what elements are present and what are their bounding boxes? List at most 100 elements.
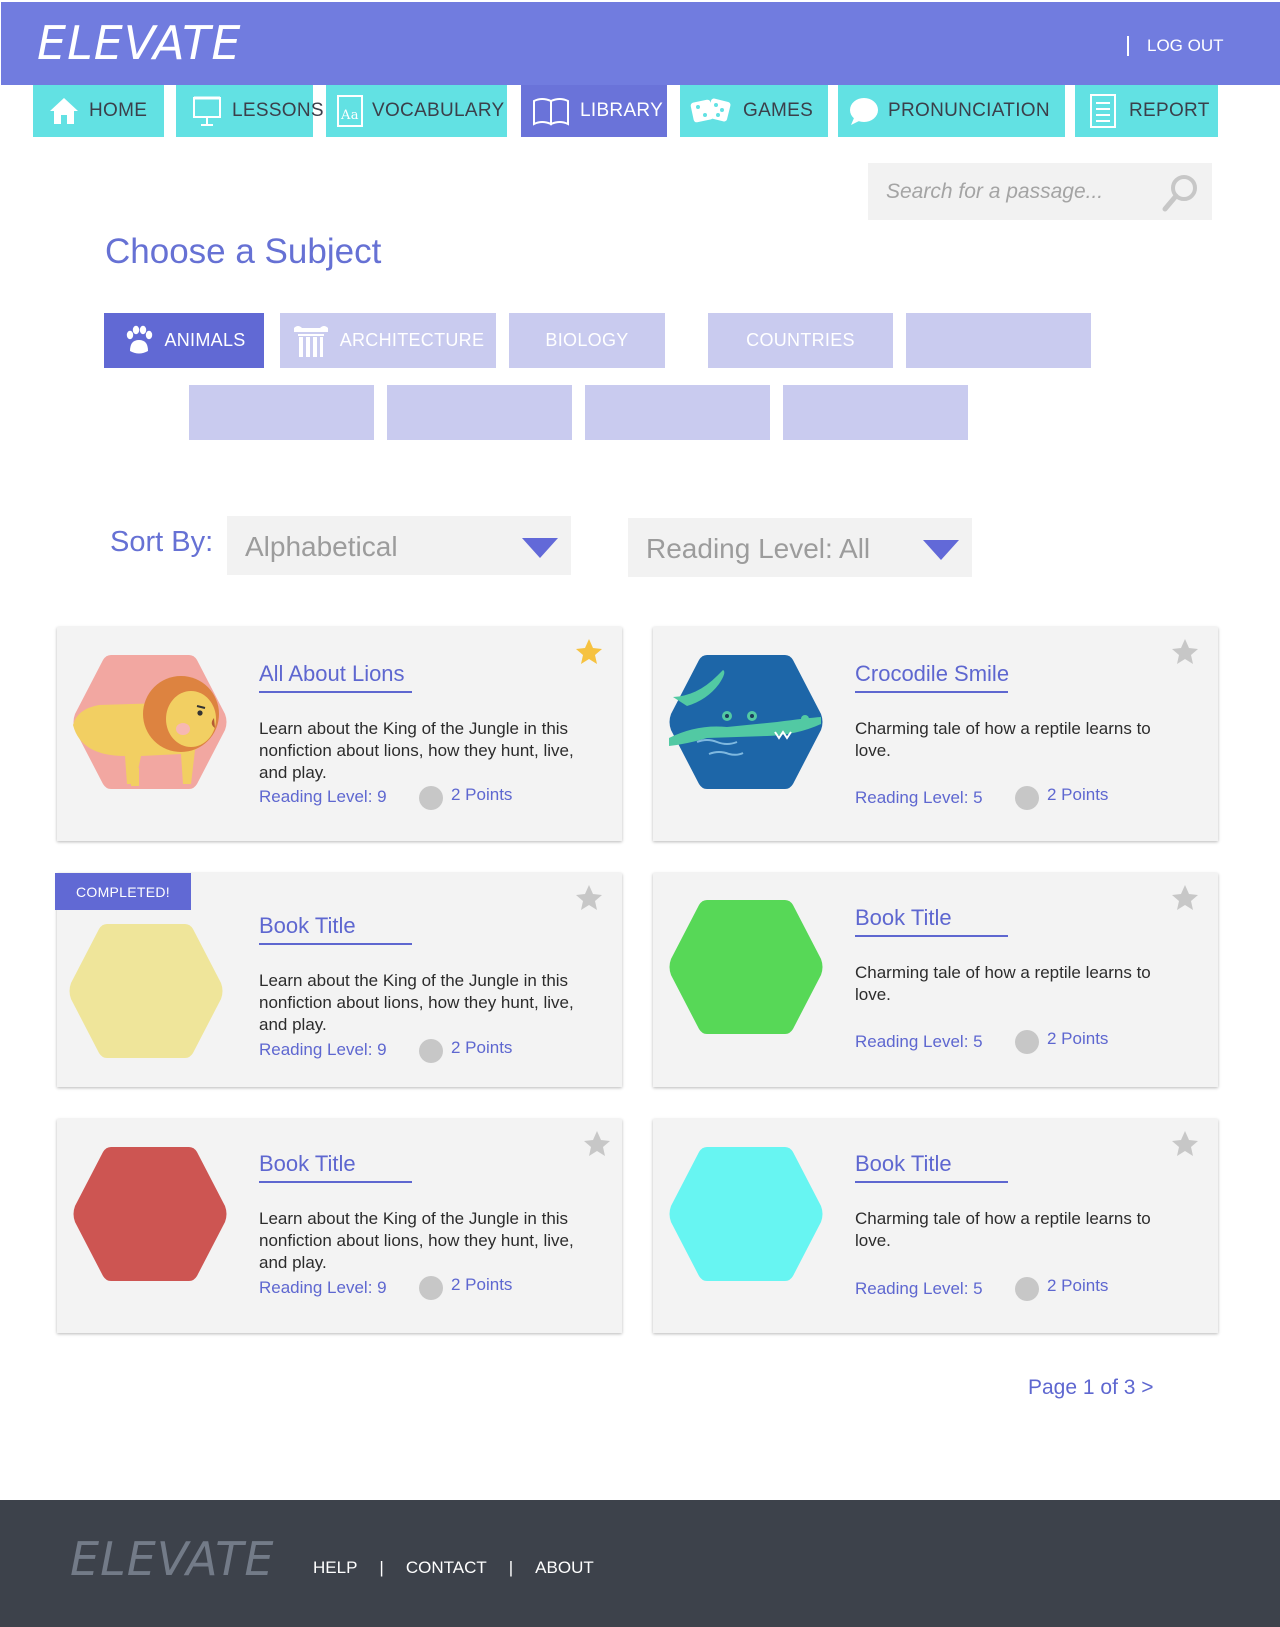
points-coin-icon <box>1015 786 1039 810</box>
subject-placeholder[interactable] <box>387 385 572 440</box>
title-underline <box>259 943 412 945</box>
reading-level: Reading Level: 9 <box>259 787 387 806</box>
subject-placeholder[interactable] <box>585 385 770 440</box>
book-title[interactable]: Book Title <box>855 1151 952 1177</box>
favorite-star-icon[interactable] <box>574 637 604 667</box>
nav-library-label: LIBRARY <box>580 100 664 121</box>
favorite-star-icon[interactable] <box>574 883 604 913</box>
dictionary-icon: Aa <box>336 94 364 128</box>
column-icon <box>292 322 330 360</box>
book-card[interactable]: Book Title Learn about the King of the J… <box>57 1119 622 1333</box>
title-underline <box>855 935 1008 937</box>
book-description: Charming tale of how a reptile learns to… <box>855 1209 1151 1250</box>
app-header: ELEVATE LOG OUT <box>1 2 1280 85</box>
book-points: 2 Points <box>451 785 513 804</box>
dice-icon <box>689 95 733 127</box>
book-points: 2 Points <box>1047 785 1109 804</box>
favorite-star-icon[interactable] <box>1170 1129 1200 1159</box>
book-description: Learn about the King of the Jungle in th… <box>259 971 574 1034</box>
title-underline <box>259 691 412 693</box>
search-box <box>868 163 1212 220</box>
chevron-down-icon <box>522 538 558 558</box>
footer-link-help[interactable]: HELP <box>313 1558 357 1578</box>
book-title[interactable]: All About Lions <box>259 661 405 687</box>
reading-level: Reading Level: 9 <box>259 1278 387 1297</box>
search-icon[interactable] <box>1160 173 1200 218</box>
points-coin-icon <box>419 786 443 810</box>
nav-report[interactable]: REPORT <box>1075 85 1218 137</box>
book-card[interactable]: Book Title Charming tale of how a reptil… <box>653 873 1218 1087</box>
book-description: Charming tale of how a reptile learns to… <box>855 719 1151 760</box>
search-input[interactable] <box>886 177 1156 207</box>
book-points: 2 Points <box>451 1038 513 1057</box>
nav-lessons[interactable]: LESSONS <box>176 85 324 137</box>
nav-games[interactable]: GAMES <box>680 85 828 137</box>
subject-architecture[interactable]: ARCHITECTURE <box>280 313 496 368</box>
reading-level-dropdown[interactable]: Reading Level: All <box>628 518 972 577</box>
subject-placeholder[interactable] <box>783 385 968 440</box>
nav-home[interactable]: HOME <box>33 85 164 137</box>
title-underline <box>259 1181 412 1183</box>
nav-games-label: GAMES <box>743 100 814 121</box>
reading-level: Reading Level: 5 <box>855 1032 983 1051</box>
book-card[interactable]: Crocodile Smile Charming tale of how a r… <box>653 627 1218 841</box>
book-title[interactable]: Book Title <box>855 905 952 931</box>
nav-vocabulary[interactable]: Aa VOCABULARY <box>326 85 507 137</box>
footer-links: HELP | CONTACT | ABOUT <box>313 1558 594 1578</box>
book-title[interactable]: Crocodile Smile <box>855 661 1009 687</box>
subject-architecture-label: ARCHITECTURE <box>339 330 485 350</box>
app-logo[interactable]: ELEVATE <box>37 16 241 70</box>
book-cover-lion <box>73 655 227 789</box>
subject-biology[interactable]: BIOLOGY <box>509 313 665 368</box>
favorite-star-icon[interactable] <box>1170 883 1200 913</box>
book-description: Learn about the King of the Jungle in th… <box>259 1209 574 1272</box>
book-title[interactable]: Book Title <box>259 913 356 939</box>
subject-animals[interactable]: ANIMALS <box>104 313 264 368</box>
footer-logo[interactable]: ELEVATE <box>70 1532 274 1586</box>
sort-dropdown[interactable]: Alphabetical <box>227 516 571 575</box>
favorite-star-icon[interactable] <box>1170 637 1200 667</box>
home-icon <box>49 96 79 126</box>
points-coin-icon <box>419 1276 443 1300</box>
book-cover <box>669 1147 823 1281</box>
book-cover <box>69 924 223 1058</box>
presentation-board-icon <box>192 95 222 127</box>
subject-countries[interactable]: COUNTRIES <box>708 313 893 368</box>
book-card[interactable]: All About Lions Learn about the King of … <box>57 627 622 841</box>
footer-link-about[interactable]: ABOUT <box>535 1558 594 1578</box>
title-underline <box>855 691 1008 693</box>
footer-separator: | <box>379 1558 384 1577</box>
book-points: 2 Points <box>1047 1276 1109 1295</box>
subject-biology-label: BIOLOGY <box>545 330 629 350</box>
favorite-star-icon[interactable] <box>582 1129 612 1159</box>
nav-lessons-label: LESSONS <box>232 100 324 121</box>
nav-library[interactable]: LIBRARY <box>521 85 667 137</box>
points-coin-icon <box>1015 1030 1039 1054</box>
svg-text:Aa: Aa <box>340 108 359 123</box>
pagination-next[interactable]: Page 1 of 3 > <box>1028 1376 1154 1400</box>
nav-pronunciation[interactable]: PRONUNCIATION <box>838 85 1065 137</box>
book-card[interactable]: COMPLETED! Book Title Learn about the Ki… <box>55 873 622 1087</box>
footer: ELEVATE HELP | CONTACT | ABOUT <box>0 1500 1280 1627</box>
book-description: Learn about the King of the Jungle in th… <box>259 719 574 782</box>
nav-vocabulary-label: VOCABULARY <box>372 100 505 121</box>
subject-animals-label: ANIMALS <box>164 330 246 350</box>
page-title: Choose a Subject <box>105 232 382 271</box>
logout-separator <box>1127 36 1129 56</box>
subject-countries-label: COUNTRIES <box>746 330 855 350</box>
book-points: 2 Points <box>1047 1029 1109 1048</box>
nav-home-label: HOME <box>89 100 148 121</box>
footer-separator: | <box>508 1558 514 1577</box>
book-title[interactable]: Book Title <box>259 1151 356 1177</box>
footer-link-contact[interactable]: CONTACT <box>406 1558 487 1578</box>
book-cover <box>669 900 823 1034</box>
sort-label: Sort By: <box>110 526 214 558</box>
subject-placeholder[interactable] <box>189 385 374 440</box>
nav-pronunciation-label: PRONUNCIATION <box>888 100 1050 121</box>
document-icon <box>1089 93 1117 129</box>
book-card[interactable]: Book Title Charming tale of how a reptil… <box>653 1119 1218 1333</box>
subject-placeholder[interactable] <box>906 313 1091 368</box>
reading-level-value: Reading Level: All <box>646 533 871 564</box>
logout-link[interactable]: LOG OUT <box>1147 36 1224 56</box>
chevron-down-icon <box>923 540 959 560</box>
